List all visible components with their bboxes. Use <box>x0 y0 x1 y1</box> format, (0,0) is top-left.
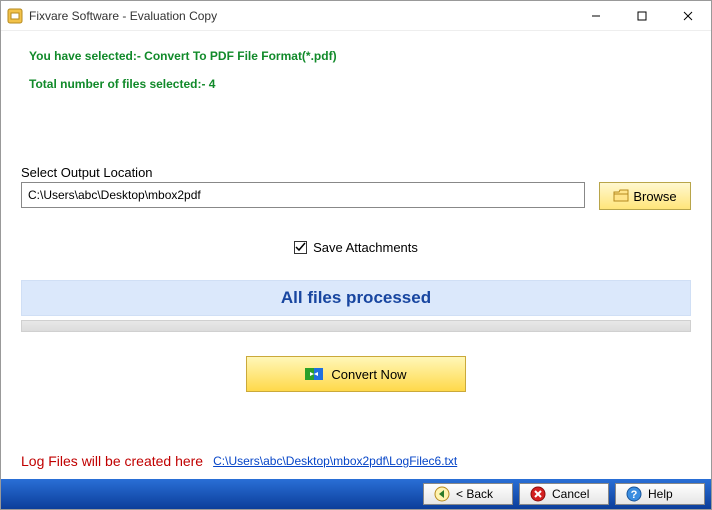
back-button[interactable]: < Back <box>423 483 513 505</box>
log-label: Log Files will be created here <box>21 453 203 469</box>
folder-icon <box>613 189 629 203</box>
cancel-icon <box>530 486 546 502</box>
titlebar: Fixvare Software - Evaluation Copy <box>1 1 711 31</box>
cancel-label: Cancel <box>552 487 589 501</box>
footer-bar: < Back Cancel ? Help <box>1 479 711 509</box>
arrow-left-icon <box>434 486 450 502</box>
convert-row: Convert Now <box>21 356 691 392</box>
save-attachments-row: Save Attachments <box>21 240 691 256</box>
selection-summary-count: Total number of files selected:- 4 <box>29 77 691 91</box>
content-area: You have selected:- Convert To PDF File … <box>1 31 711 479</box>
help-label: Help <box>648 487 673 501</box>
window-title: Fixvare Software - Evaluation Copy <box>29 9 573 23</box>
close-button[interactable] <box>665 1 711 30</box>
maximize-button[interactable] <box>619 1 665 30</box>
back-label: < Back <box>456 487 493 501</box>
browse-button[interactable]: Browse <box>599 182 691 210</box>
minimize-button[interactable] <box>573 1 619 30</box>
app-icon <box>7 8 23 24</box>
svg-text:?: ? <box>631 489 638 501</box>
progress-bar <box>21 320 691 332</box>
log-file-link[interactable]: C:\Users\abc\Desktop\mbox2pdf\LogFilec6.… <box>213 454 457 468</box>
checkmark-icon <box>294 241 307 254</box>
app-window: Fixvare Software - Evaluation Copy You h… <box>0 0 712 510</box>
convert-icon <box>305 365 323 383</box>
browse-label: Browse <box>633 189 676 204</box>
selection-summary-format: You have selected:- Convert To PDF File … <box>29 49 691 63</box>
output-location-label: Select Output Location <box>21 165 691 180</box>
convert-now-button[interactable]: Convert Now <box>246 356 466 392</box>
output-path-input[interactable] <box>21 182 585 208</box>
save-attachments-checkbox[interactable]: Save Attachments <box>294 240 418 255</box>
help-button[interactable]: ? Help <box>615 483 705 505</box>
output-row: Browse <box>21 182 691 210</box>
cancel-button[interactable]: Cancel <box>519 483 609 505</box>
convert-now-label: Convert Now <box>331 367 406 382</box>
log-row: Log Files will be created here C:\Users\… <box>21 453 457 469</box>
save-attachments-label: Save Attachments <box>313 240 418 255</box>
status-text: All files processed <box>281 288 431 308</box>
help-icon: ? <box>626 486 642 502</box>
status-banner: All files processed <box>21 280 691 316</box>
